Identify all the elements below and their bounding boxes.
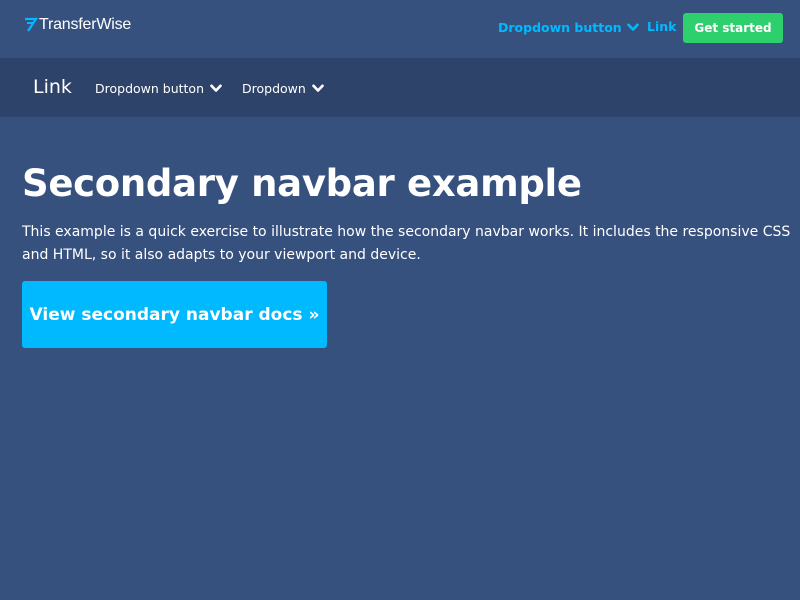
get-started-button[interactable]: Get started <box>683 13 783 43</box>
brand-logo-link[interactable]: TransferWise <box>24 14 131 36</box>
secondary-dropdown[interactable]: Dropdown <box>242 81 324 96</box>
top-dropdown-label: Dropdown button <box>498 20 622 35</box>
transferwise-logo-icon <box>25 17 38 32</box>
secondary-dropdown-button[interactable]: Dropdown button <box>95 81 222 96</box>
secondary-dropdown-label: Dropdown <box>242 81 306 96</box>
secondary-nav-title-link[interactable]: Link <box>33 76 72 98</box>
brand-name: TransferWise <box>39 16 132 33</box>
top-link[interactable]: Link <box>647 19 676 34</box>
top-dropdown-button[interactable]: Dropdown button <box>498 20 639 35</box>
hero-description: This example is a quick exercise to illu… <box>22 224 791 263</box>
secondary-dropdown-button-label: Dropdown button <box>95 81 205 96</box>
page-title: Secondary navbar example <box>22 162 582 205</box>
chevron-down-icon <box>626 23 639 31</box>
secondary-navbar: Link Dropdown button Dropdown <box>0 58 800 117</box>
view-docs-button[interactable]: View secondary navbar docs » <box>22 281 327 348</box>
chevron-down-icon <box>210 84 222 92</box>
chevron-down-icon <box>312 84 324 92</box>
top-navbar: TransferWise Dropdown button Link Get st… <box>0 0 800 58</box>
